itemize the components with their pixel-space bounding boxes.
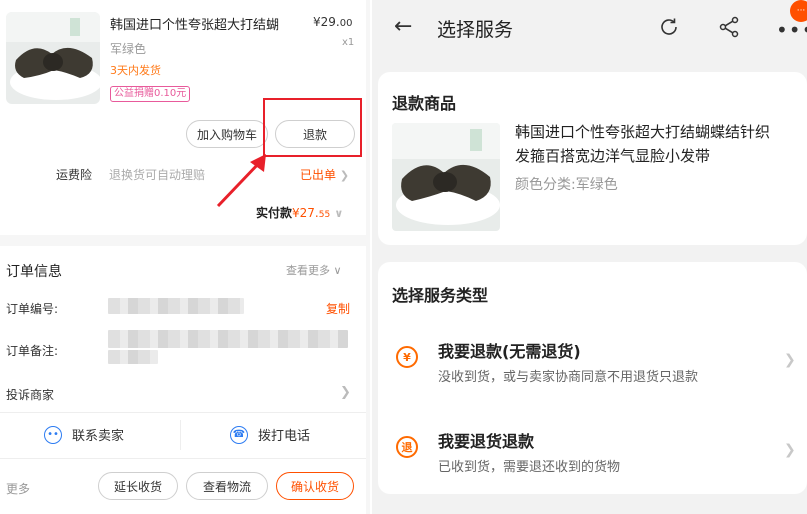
order-note-redacted bbox=[108, 330, 348, 348]
service-type-title: 选择服务类型 bbox=[392, 286, 489, 305]
option-refund-only[interactable]: ¥ 我要退款(无需退货) 没收到货，或与卖家协商同意不用退货只退款 ❯ bbox=[396, 338, 796, 388]
call-phone-label: 拨打电话 bbox=[258, 429, 311, 444]
order-detail-panel: 韩国进口个性夸张超大打结蝴 ¥29.00 军绿色 x1 3天内发货 公益捐赠0.… bbox=[0, 0, 370, 514]
paid-symbol: ¥ bbox=[292, 206, 300, 220]
chat-icon: •• bbox=[44, 425, 62, 444]
select-service-panel: ← 选择服务 ••• ··· 退款商品 韩国进口个性 bbox=[372, 0, 807, 514]
page-title: 选择服务 bbox=[437, 19, 514, 41]
product-quantity: x1 bbox=[342, 37, 355, 48]
share-icon[interactable] bbox=[717, 15, 741, 39]
product-card: 韩国进口个性夸张超大打结蝴 ¥29.00 军绿色 x1 3天内发货 公益捐赠0.… bbox=[0, 0, 366, 235]
shipping-insurance-desc: 退换货可自动理赔 bbox=[109, 168, 206, 182]
paid-label: 实付款 bbox=[256, 206, 293, 220]
product-title[interactable]: 韩国进口个性夸张超大打结蝴 bbox=[110, 14, 302, 33]
chevron-down-icon: ∨ bbox=[333, 264, 342, 277]
insurance-status-link[interactable]: 已出单 ❯ bbox=[300, 166, 349, 183]
product-color: 军绿色 bbox=[110, 42, 147, 56]
chevron-down-icon[interactable]: ∨ bbox=[334, 207, 343, 220]
product-thumbnail[interactable] bbox=[6, 12, 100, 104]
complain-merchant-link[interactable]: 投诉商家 bbox=[6, 386, 54, 403]
refund-item-card: 退款商品 韩国进口个性夸张超大打结蝴蝶结针织发箍百搭宽边洋气显脸小发带 颜色分类… bbox=[378, 72, 807, 245]
price-integer: 29. bbox=[320, 15, 340, 29]
chevron-right-icon: ❯ bbox=[340, 385, 351, 400]
refund-item-name: 韩国进口个性夸张超大打结蝴蝶结针织发箍百搭宽边洋气显脸小发带 bbox=[515, 123, 771, 165]
divider bbox=[0, 458, 366, 459]
divider bbox=[0, 412, 366, 413]
chevron-right-icon: ❯ bbox=[784, 442, 796, 458]
option-title: 我要退货退款 bbox=[438, 432, 535, 451]
paid-amount: 实付款¥27.55 ∨ bbox=[256, 204, 343, 221]
copy-button[interactable]: 复制 bbox=[326, 300, 350, 317]
order-note-label: 订单备注: bbox=[6, 344, 59, 358]
view-logistics-button[interactable]: 查看物流 bbox=[186, 472, 268, 500]
confirm-receipt-button[interactable]: 确认收货 bbox=[276, 472, 354, 500]
order-number-redacted bbox=[108, 298, 244, 314]
extend-receipt-button[interactable]: 延长收货 bbox=[98, 472, 178, 500]
price-decimal: 00 bbox=[339, 18, 353, 29]
chevron-right-icon: ❯ bbox=[339, 169, 350, 182]
notification-badge: ··· bbox=[790, 0, 807, 22]
shipping-insurance-label: 运费险 bbox=[56, 168, 93, 182]
order-note-redacted-2 bbox=[108, 350, 158, 364]
vertical-separator bbox=[180, 420, 181, 450]
option-title: 我要退款(无需退货) bbox=[438, 342, 581, 361]
order-number-label: 订单编号: bbox=[6, 302, 59, 316]
refund-item-spec: 颜色分类:军绿色 bbox=[515, 177, 618, 193]
back-arrow-icon[interactable]: ← bbox=[394, 14, 412, 39]
view-more-link[interactable]: 查看更多 ∨ bbox=[286, 262, 342, 278]
refund-item-title: 退款商品 bbox=[392, 94, 457, 113]
product-price: ¥29.00 bbox=[313, 15, 352, 29]
refund-highlight-box bbox=[263, 98, 362, 157]
insurance-status-text: 已出单 bbox=[300, 168, 337, 182]
option-desc: 已收到货，需要退还收到的货物 bbox=[438, 460, 621, 475]
add-to-cart-button[interactable]: 加入购物车 bbox=[186, 120, 268, 148]
header-bar: ← 选择服务 ••• ··· bbox=[372, 0, 807, 56]
contact-seller-label: 联系卖家 bbox=[72, 429, 125, 444]
price-symbol: ¥ bbox=[313, 15, 321, 29]
option-return-refund[interactable]: 退 我要退货退款 已收到货，需要退还收到的货物 ❯ bbox=[396, 428, 796, 478]
service-type-card: 选择服务类型 ¥ 我要退款(无需退货) 没收到货，或与卖家协商同意不用退货只退款… bbox=[378, 262, 807, 494]
more-menu-link[interactable]: 更多 bbox=[6, 480, 30, 497]
phone-icon: ☎ bbox=[230, 425, 248, 444]
shipping-time: 3天内发货 bbox=[110, 64, 161, 77]
refund-item-thumbnail bbox=[392, 123, 500, 231]
contact-seller-button[interactable]: •• 联系卖家 bbox=[44, 425, 124, 444]
refund-money-icon: ¥ bbox=[396, 346, 418, 368]
view-more-text: 查看更多 bbox=[286, 264, 330, 277]
pointer-arrow-icon bbox=[216, 154, 266, 208]
order-info-card: 订单信息 查看更多 ∨ 订单编号: 复制 订单备注: 投诉商家 ❯ •• 联系卖家… bbox=[0, 246, 366, 514]
refresh-icon[interactable] bbox=[657, 15, 681, 39]
paid-integer: 27. bbox=[299, 206, 319, 220]
charity-badge: 公益捐赠0.10元 bbox=[110, 86, 191, 102]
return-goods-icon: 退 bbox=[396, 436, 418, 458]
paid-value: ¥27.55 bbox=[292, 206, 330, 220]
chevron-right-icon: ❯ bbox=[784, 352, 796, 368]
call-phone-button[interactable]: ☎ 拨打电话 bbox=[230, 425, 310, 444]
order-info-title: 订单信息 bbox=[6, 264, 62, 280]
option-desc: 没收到货，或与卖家协商同意不用退货只退款 bbox=[438, 370, 699, 385]
paid-decimal: 55 bbox=[318, 210, 331, 220]
